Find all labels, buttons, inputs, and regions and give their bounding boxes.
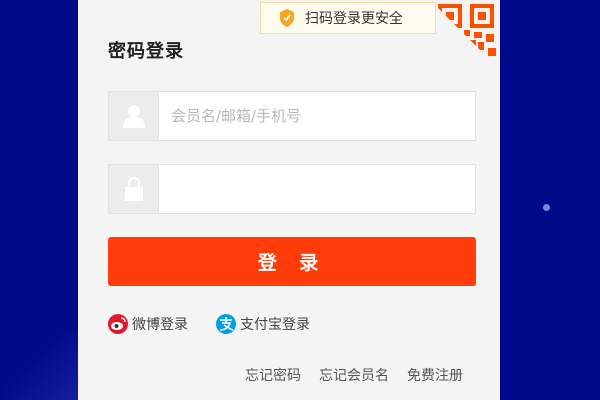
qr-login-tip[interactable]: 扫码登录更安全 (260, 2, 436, 34)
weibo-icon (108, 314, 128, 334)
weibo-login-link[interactable]: 微博登录 (108, 314, 188, 334)
user-icon (109, 92, 159, 140)
alt-login-options: 微博登录 支付宝登录 (108, 314, 310, 334)
password-input[interactable] (159, 165, 475, 213)
weibo-login-label: 微博登录 (132, 317, 188, 333)
lock-icon (109, 165, 159, 213)
username-field (108, 91, 476, 141)
password-field (108, 164, 476, 214)
account-links: 忘记密码 忘记会员名 免费注册 (245, 365, 463, 385)
alipay-icon (216, 314, 236, 334)
username-input[interactable] (159, 92, 475, 140)
background-dot (543, 204, 550, 211)
page-title: 密码登录 (108, 41, 184, 62)
alipay-login-link[interactable]: 支付宝登录 (216, 314, 310, 334)
login-panel: 扫码登录更安全 密码登录 会员名/邮箱/手机号 登 录 微博登录 支付宝登录 忘… (78, 0, 500, 400)
forgot-username-link[interactable]: 忘记会员名 (319, 365, 389, 385)
qr-tip-label: 扫码登录更安全 (305, 11, 403, 27)
background-decoration (0, 330, 78, 400)
login-button[interactable]: 登 录 (108, 237, 476, 286)
shield-icon (280, 9, 294, 27)
register-link[interactable]: 免费注册 (407, 365, 463, 385)
qr-code-switch[interactable] (430, 0, 500, 70)
qr-code-icon (438, 4, 496, 56)
alipay-login-label: 支付宝登录 (240, 317, 310, 333)
forgot-password-link[interactable]: 忘记密码 (245, 365, 301, 385)
